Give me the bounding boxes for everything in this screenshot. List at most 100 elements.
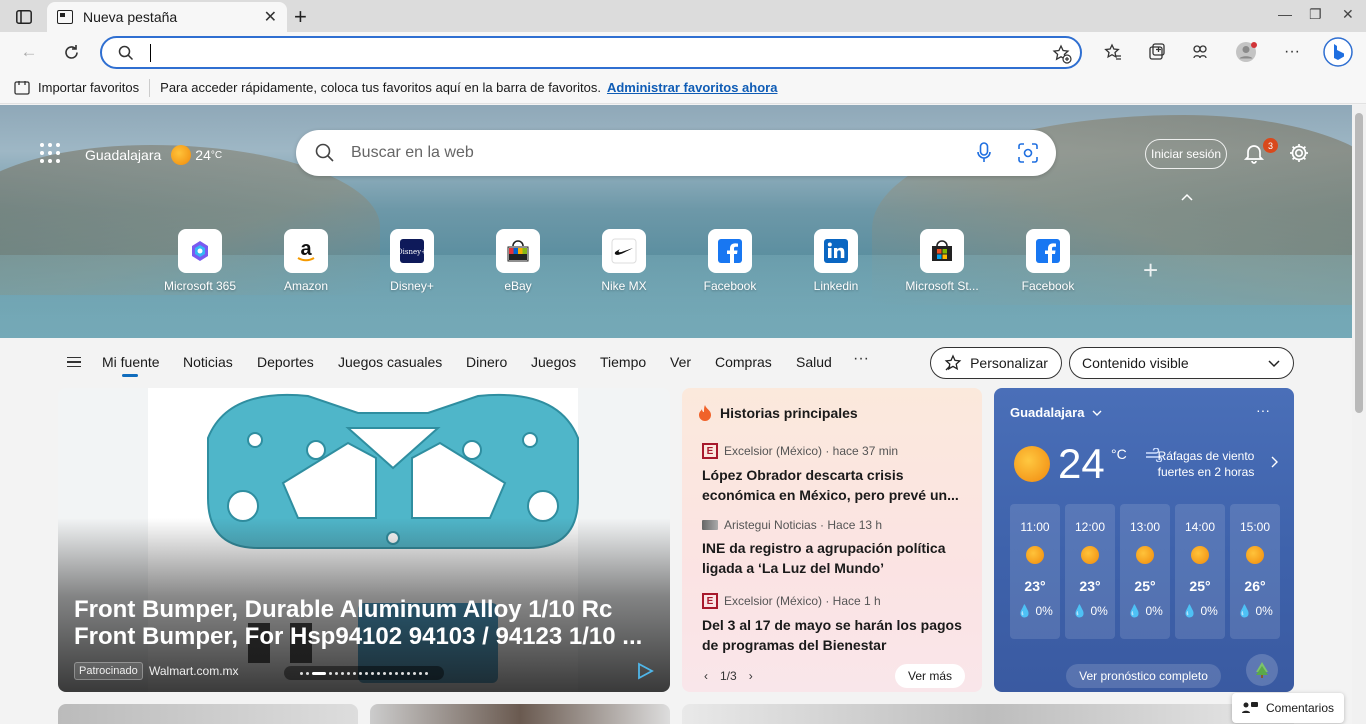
hour-item[interactable]: 15:00 26° 💧 0% [1230,504,1280,639]
restore-icon[interactable]: ❐ [1309,6,1322,23]
sun-icon [171,145,192,165]
quick-link-amazon[interactable]: a Amazon [251,229,361,293]
nav-more-button[interactable]: ··· [853,350,869,368]
excelsior-logo-icon: E [702,593,718,609]
hour-precip: 0% [1145,604,1163,618]
hour-precip: 0% [1090,604,1108,618]
feed-card-partial[interactable] [682,704,1294,724]
quick-link-microsoft-store[interactable]: Microsoft St... [887,229,997,293]
see-more-button[interactable]: Ver más [895,664,965,688]
weather-temp: 24 [1058,440,1105,487]
nav-tab-dinero[interactable]: Dinero [466,354,507,370]
hour-item[interactable]: 14:00 25° 💧 0% [1175,504,1225,639]
hour-item[interactable]: 12:00 23° 💧 0% [1065,504,1115,639]
nike-icon [602,229,646,273]
nav-tab-salud[interactable]: Salud [796,354,832,370]
weather-alert[interactable]: Ráfagas de viento fuertes en 2 horas [1146,448,1266,480]
raindrop-icon: 💧 [1237,604,1253,618]
sun-icon [1081,546,1099,564]
notifications-bell-icon[interactable] [1243,142,1265,164]
close-tab-icon[interactable]: ✕ [264,7,277,27]
story-title: INE da registro a agrupación política li… [702,540,946,576]
feed-card-partial[interactable] [370,704,670,724]
promo-headline[interactable]: Front Bumper, Durable Aluminum Alloy 1/1… [74,596,654,650]
signin-button[interactable]: Iniciar sesión [1145,139,1227,169]
nav-tab-deportes[interactable]: Deportes [257,354,314,370]
story-source: Aristegui Noticias · Hace 13 h [724,518,883,532]
minimize-icon[interactable]: — [1278,6,1292,22]
nav-tab-mi-fuente[interactable]: Mi fuente [102,354,160,377]
quick-link-label: Facebook [1021,279,1075,293]
quick-link-linkedin[interactable]: Linkedin [781,229,891,293]
hour-time: 13:00 [1129,520,1161,534]
page-scrollbar[interactable] [1352,105,1366,724]
performance-icon[interactable] [1187,40,1213,64]
prev-page-icon[interactable]: ‹ [704,669,708,683]
more-options-icon[interactable]: ··· [1279,40,1305,64]
app-launcher-icon[interactable] [40,143,64,163]
menu-hamburger-icon[interactable] [67,357,81,367]
tree-icon[interactable] [1246,654,1278,686]
refresh-icon[interactable] [58,40,84,64]
weather-city-selector[interactable]: Guadalajara [1010,405,1102,420]
scrollbar-thumb[interactable] [1355,113,1363,413]
quick-link-nike[interactable]: Nike MX [569,229,679,293]
header-weather[interactable]: Guadalajara 24 °C [85,145,222,165]
profile-avatar-icon[interactable] [1233,40,1259,64]
adchoices-icon[interactable] [636,662,654,680]
nav-tab-juegos[interactable]: Juegos [531,354,576,370]
new-tab-button[interactable]: + [294,4,307,30]
quick-link-ebay[interactable]: eBay [463,229,573,293]
quick-link-disney[interactable]: Disney+ Disney+ [357,229,467,293]
hour-item[interactable]: 13:00 25° 💧 0% [1120,504,1170,639]
weather-more-icon[interactable]: ··· [1256,402,1270,418]
content-visible-dropdown[interactable]: Contenido visible [1069,347,1294,379]
nav-tab-ver[interactable]: Ver [670,354,691,370]
settings-gear-icon[interactable] [1288,142,1310,164]
nav-tab-juegos-casuales[interactable]: Juegos casuales [338,354,442,370]
story-item[interactable]: Aristegui Noticias · Hace 13 h INE da re… [702,518,970,578]
back-icon[interactable]: ← [16,40,42,64]
collapse-chevron-icon[interactable] [1180,192,1194,202]
bing-copilot-icon[interactable] [1322,36,1354,68]
add-quick-link-button[interactable]: + [1143,255,1158,286]
hour-temp: 25° [1134,578,1156,594]
import-favorites-button[interactable]: Importar favoritos [14,80,139,96]
favorites-icon[interactable] [1100,40,1126,64]
quick-link-facebook-2[interactable]: Facebook [993,229,1103,293]
nav-tab-compras[interactable]: Compras [715,354,772,370]
sun-icon [1136,546,1154,564]
address-bar[interactable] [100,36,1082,69]
raindrop-icon: 💧 [1072,604,1088,618]
tab-actions-icon[interactable] [10,6,38,28]
web-search-box[interactable]: Buscar en la web [296,130,1056,176]
close-window-icon[interactable]: ✕ [1342,6,1354,23]
full-forecast-button[interactable]: Ver pronóstico completo [1066,664,1221,688]
manage-favorites-link[interactable]: Administrar favoritos ahora [607,80,778,95]
feed-card-partial[interactable] [58,704,358,724]
personalize-button[interactable]: Personalizar [930,347,1062,379]
hour-item[interactable]: 11:00 23° 💧 0% [1010,504,1060,639]
sponsored-card[interactable]: Front Bumper, Durable Aluminum Alloy 1/1… [58,388,670,692]
story-item[interactable]: E Excelsior (México) · hace 37 min López … [702,443,970,505]
visual-search-icon[interactable] [1016,141,1040,165]
hour-temp: 23° [1024,578,1046,594]
active-tab[interactable]: Nueva pestaña ✕ [47,2,287,32]
carousel-indicator[interactable] [284,666,444,680]
header-temp-unit: °C [210,149,223,161]
nav-tab-noticias[interactable]: Noticias [183,354,233,370]
quick-link-label: Facebook [703,279,757,293]
sun-icon [1246,546,1264,564]
microphone-icon[interactable] [976,141,992,165]
story-item[interactable]: E Excelsior (México) · Hace 1 h Del 3 al … [702,593,970,655]
collections-icon[interactable] [1144,40,1170,64]
add-favorite-icon[interactable] [1052,44,1072,64]
quick-link-microsoft-365[interactable]: Microsoft 365 [145,229,255,293]
top-stories-card: Historias principales E Excelsior (México… [682,388,982,692]
address-search-icon [118,45,134,61]
nav-tab-tiempo[interactable]: Tiempo [600,354,646,370]
feedback-button[interactable]: Comentarios [1232,693,1344,723]
quick-link-facebook[interactable]: Facebook [675,229,785,293]
next-page-icon[interactable]: › [749,669,753,683]
chevron-right-icon[interactable] [1270,456,1278,468]
